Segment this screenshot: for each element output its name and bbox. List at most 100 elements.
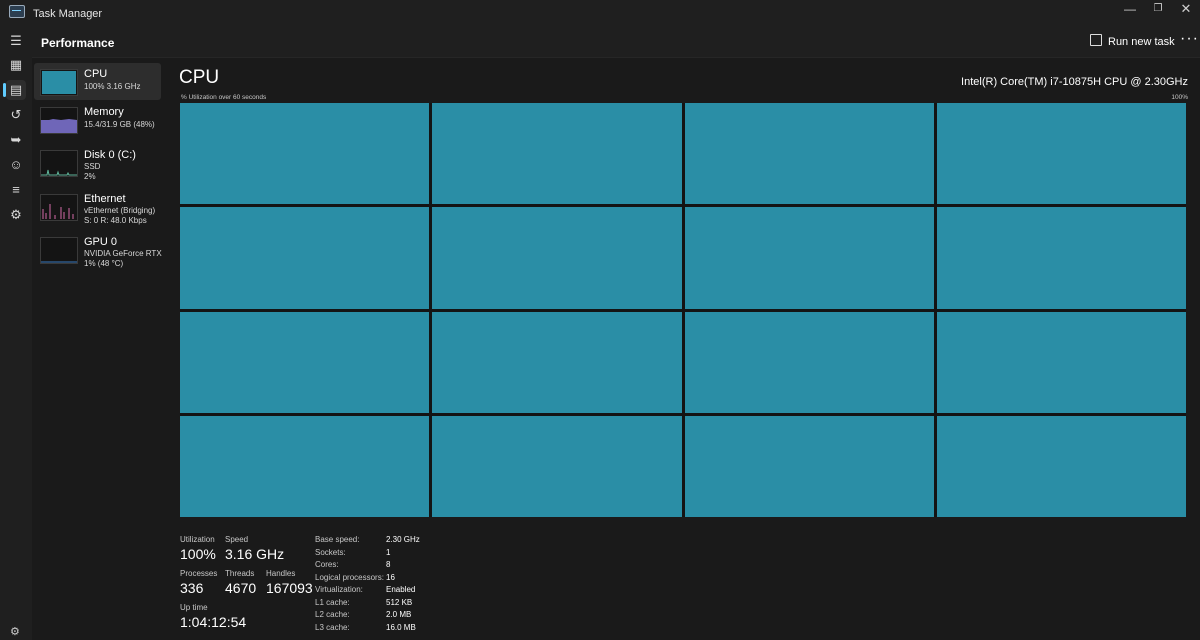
sidebar-item-detail: 100% 3.16 GHz: [84, 82, 141, 91]
core-graph-14: [684, 415, 934, 517]
core-graph-8: [180, 311, 430, 413]
details-icon[interactable]: ≡: [6, 180, 26, 200]
core-graph-2: [684, 103, 934, 205]
restore-button[interactable]: ❐: [1143, 2, 1173, 22]
cpu-heading: CPU: [179, 67, 220, 88]
handles-label: Handles: [266, 569, 296, 578]
logical-processor-graphs: [180, 103, 1186, 517]
core-graph-4: [180, 207, 430, 309]
threads-label: Threads: [225, 569, 255, 578]
spec-value: 2.0 MB: [386, 610, 412, 619]
spec-label: L3 cache:: [315, 622, 350, 632]
minimize-button[interactable]: —: [1115, 2, 1145, 22]
sidebar-item-detail: 15.4/31.9 GB (48%): [84, 120, 155, 129]
spec-value: 512 KB: [386, 597, 413, 607]
sidebar-item-ethernet[interactable]: Ethernet vEthernet (Bridging) S: 0 R: 48…: [34, 188, 161, 225]
disk-graph-shape: [41, 169, 77, 176]
startup-icon[interactable]: ➥: [6, 130, 26, 150]
sidebar-item-label: Memory: [84, 106, 124, 118]
uptime-value: 1:04:12:54: [180, 614, 247, 630]
spec-label: L1 cache:: [315, 597, 350, 607]
run-new-task-label: Run new task: [1108, 36, 1175, 48]
sidebar-item-cpu[interactable]: CPU 100% 3.16 GHz: [34, 63, 161, 100]
memory-graph-shape: [41, 119, 77, 133]
sidebar-item-detail: SSD: [84, 162, 101, 171]
spec-label: L2 cache:: [315, 610, 350, 619]
memory-thumbnail-graph: [40, 107, 78, 134]
core-graph-7: [936, 207, 1186, 309]
disk-thumbnail-graph: [40, 150, 78, 177]
services-icon[interactable]: ⚙: [6, 205, 26, 225]
core-graph-0: [180, 103, 430, 205]
spec-value: 16: [386, 572, 395, 582]
core-graph-6: [684, 207, 934, 309]
sidebar-item-memory[interactable]: Memory 15.4/31.9 GB (48%): [34, 101, 161, 138]
core-graph-9: [432, 311, 682, 413]
more-options-button[interactable]: ···: [1180, 30, 1199, 48]
app-history-icon[interactable]: ↺: [6, 105, 26, 125]
gpu-graph-shape: [41, 261, 77, 263]
processes-label: Processes: [180, 569, 218, 578]
utilization-label: Utilization: [180, 535, 215, 544]
core-graph-3: [936, 103, 1186, 205]
sidebar-item-detail-2: S: 0 R: 48.0 Kbps: [84, 216, 147, 225]
spec-label: Sockets:: [315, 547, 346, 557]
core-graph-10: [684, 311, 934, 413]
processes-value: 336: [180, 580, 204, 596]
sidebar-item-detail-2: 1% (48 °C): [84, 259, 124, 268]
users-icon[interactable]: ☺: [6, 155, 26, 175]
sidebar-item-disk[interactable]: Disk 0 (C:) SSD 2%: [34, 144, 161, 181]
page-header: Performance Run new task ···: [32, 26, 1200, 58]
uptime-label: Up time: [180, 603, 208, 612]
sidebar-item-label: Disk 0 (C:): [84, 149, 136, 161]
settings-icon[interactable]: ⚙: [10, 625, 20, 638]
core-graph-1: [432, 103, 682, 205]
handles-value: 167093: [266, 580, 313, 596]
resource-list: CPU 100% 3.16 GHz Memory 15.4/31.9 GB (4…: [32, 58, 171, 640]
sidebar-item-gpu[interactable]: GPU 0 NVIDIA GeForce RTX ... 1% (48 °C): [34, 231, 171, 268]
cpu-detail-panel: CPU Intel(R) Core(TM) i7-10875H CPU @ 2.…: [163, 58, 1200, 640]
speed-value: 3.16 GHz: [225, 546, 285, 562]
ethernet-thumbnail-graph: [40, 194, 78, 221]
spec-label: Virtualization:: [315, 585, 363, 594]
spec-value: 1: [386, 547, 391, 557]
processes-icon[interactable]: ▦: [6, 55, 26, 75]
core-graph-11: [936, 311, 1186, 413]
task-manager-app-icon: [9, 5, 25, 18]
spec-label: Logical processors:: [315, 572, 384, 582]
spec-value: 2.30 GHz: [386, 535, 420, 544]
core-graph-5: [432, 207, 682, 309]
gpu-thumbnail-graph: [40, 237, 78, 264]
threads-value: 4670: [225, 580, 257, 596]
core-graph-15: [936, 415, 1186, 517]
title-bar: Task Manager — ❐ ✕: [0, 0, 1200, 26]
sidebar-item-detail: vEthernet (Bridging): [84, 206, 156, 215]
sidebar-item-detail: NVIDIA GeForce RTX ...: [84, 249, 171, 258]
performance-icon[interactable]: ▤: [6, 80, 26, 100]
run-task-icon: [1090, 34, 1102, 46]
spec-value: 8: [386, 560, 391, 569]
navigation-rail: ☰ ▦ ▤ ↺ ➥ ☺ ≡ ⚙: [0, 26, 32, 640]
sidebar-item-detail-2: 2%: [84, 172, 96, 181]
sidebar-item-label: CPU: [84, 68, 108, 80]
speed-label: Speed: [225, 535, 249, 544]
cpu-model-name: Intel(R) Core(TM) i7-10875H CPU @ 2.30GH…: [961, 76, 1188, 88]
window-title: Task Manager: [33, 8, 103, 20]
menu-icon[interactable]: ☰: [6, 31, 26, 51]
graph-caption: % Utilization over 60 seconds: [181, 94, 267, 101]
ethernet-graph-shape: [42, 204, 74, 219]
spec-value: Enabled: [386, 585, 416, 594]
spec-value: 16.0 MB: [386, 622, 416, 632]
run-new-task-button[interactable]: Run new task: [1090, 34, 1175, 48]
graph-max-label: 100%: [1171, 94, 1188, 101]
spec-label: Cores:: [315, 560, 339, 569]
sidebar-item-label: Ethernet: [84, 193, 126, 205]
utilization-value: 100%: [180, 546, 216, 562]
core-graph-12: [180, 415, 430, 517]
close-button[interactable]: ✕: [1171, 2, 1200, 22]
page-title: Performance: [41, 36, 115, 50]
cpu-thumbnail-graph: [40, 69, 78, 96]
sidebar-item-label: GPU 0: [84, 236, 118, 248]
spec-label: Base speed:: [315, 535, 360, 544]
core-graph-13: [432, 415, 682, 517]
